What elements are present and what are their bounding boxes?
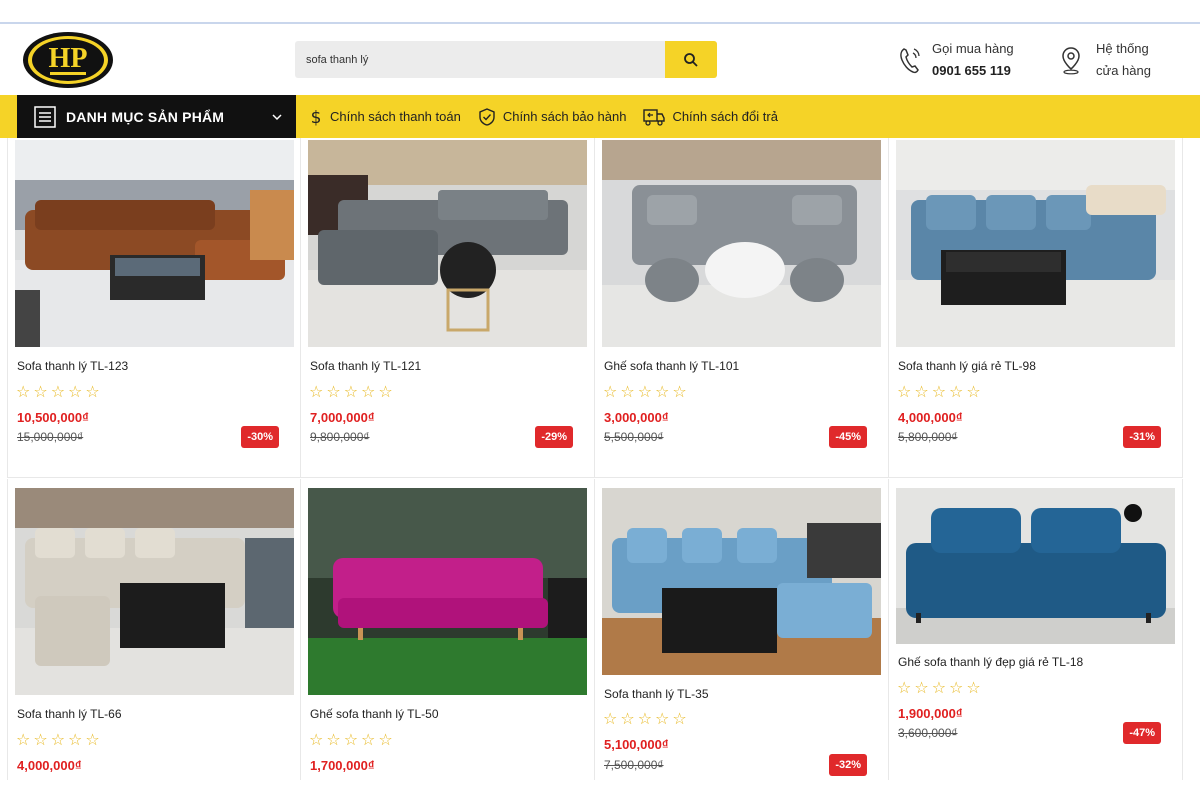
category-label: DANH MỤC SẢN PHẨM: [66, 108, 225, 125]
store-label-1: Hệ thống: [1096, 41, 1149, 56]
rating-stars: ☆☆☆☆☆: [897, 680, 984, 697]
product-price: 1,900,000₫: [898, 706, 963, 721]
store-label-2: cửa hàng: [1096, 63, 1151, 78]
rating-stars: ☆☆☆☆☆: [309, 384, 396, 401]
chevron-down-icon: [272, 114, 282, 121]
product-name[interactable]: Sofa thanh lý TL-66: [17, 707, 122, 721]
product-price: 1,700,000₫: [310, 758, 375, 773]
search-icon: [684, 52, 698, 67]
product-old-price: 9,800,000₫: [310, 430, 370, 444]
product-name[interactable]: Ghế sofa thanh lý đẹp giá rẻ TL-18: [898, 655, 1083, 669]
svg-text:HP: HP: [49, 43, 88, 74]
truck-return-icon: [643, 108, 666, 126]
product-price: 5,100,000₫: [604, 737, 669, 752]
payment-policy-label: Chính sách thanh toán: [330, 109, 461, 124]
product-card[interactable]: Sofa thanh lý TL-123 ☆☆☆☆☆ 10,500,000₫ 1…: [7, 138, 301, 478]
product-name[interactable]: Ghế sofa thanh lý TL-50: [310, 707, 439, 721]
rating-stars: ☆☆☆☆☆: [603, 711, 690, 728]
rating-stars: ☆☆☆☆☆: [309, 732, 396, 749]
discount-badge: -31%: [1123, 426, 1161, 448]
product-card[interactable]: Ghế sofa thanh lý TL-50 ☆☆☆☆☆ 1,700,000₫: [301, 479, 595, 780]
search-input[interactable]: [295, 41, 665, 78]
return-policy-link[interactable]: Chính sách đổi trả: [642, 107, 778, 127]
menu-icon: [34, 105, 56, 128]
discount-badge: -29%: [535, 426, 573, 448]
warranty-policy-link[interactable]: Chính sách bảo hành: [477, 107, 627, 127]
phone-label: Gọi mua hàng: [932, 41, 1014, 56]
search-box: [295, 41, 717, 78]
policy-links: $ Chính sách thanh toán Chính sách bảo h…: [308, 95, 794, 138]
product-name[interactable]: Sofa thanh lý TL-35: [604, 687, 709, 701]
product-price: 3,000,000₫: [604, 410, 669, 425]
product-price: 10,500,000₫: [17, 410, 89, 425]
product-grid: Sofa thanh lý TL-123 ☆☆☆☆☆ 10,500,000₫ 1…: [7, 138, 1183, 780]
bottom-edge: [0, 780, 1200, 800]
discount-badge: -30%: [241, 426, 279, 448]
product-old-price: 5,800,000₫: [898, 430, 958, 444]
product-old-price: 5,500,000₫: [604, 430, 664, 444]
warranty-policy-label: Chính sách bảo hành: [502, 109, 627, 124]
product-image[interactable]: [15, 488, 294, 695]
product-card[interactable]: Sofa thanh lý TL-66 ☆☆☆☆☆ 4,000,000₫: [7, 479, 301, 780]
product-image[interactable]: [602, 488, 881, 675]
product-card[interactable]: Sofa thanh lý giá rẻ TL-98 ☆☆☆☆☆ 4,000,0…: [889, 138, 1183, 478]
product-image[interactable]: [308, 488, 587, 695]
category-menu-button[interactable]: DANH MỤC SẢN PHẨM: [17, 95, 296, 138]
rating-stars: ☆☆☆☆☆: [16, 732, 103, 749]
shield-check-icon: [479, 107, 495, 126]
discount-badge: -32%: [829, 754, 867, 776]
product-image[interactable]: [308, 140, 587, 347]
site-header: HP Gọi mua hàng 0901 655 119 Hệ: [0, 24, 1200, 94]
product-card[interactable]: Ghế sofa thanh lý đẹp giá rẻ TL-18 ☆☆☆☆☆…: [889, 479, 1183, 780]
product-price: 7,000,000₫: [310, 410, 375, 425]
product-card[interactable]: Sofa thanh lý TL-35 ☆☆☆☆☆ 5,100,000₫ 7,5…: [595, 479, 889, 780]
product-card[interactable]: Sofa thanh lý TL-121 ☆☆☆☆☆ 7,000,000₫ 9,…: [301, 138, 595, 478]
product-price: 4,000,000₫: [17, 758, 82, 773]
rating-stars: ☆☆☆☆☆: [16, 384, 103, 401]
return-policy-label: Chính sách đổi trả: [672, 109, 778, 124]
product-name[interactable]: Ghế sofa thanh lý TL-101: [604, 359, 739, 373]
product-old-price: 7,500,000₫: [604, 758, 664, 772]
nav-bar: DANH MỤC SẢN PHẨM $ Chính sách thanh toá…: [0, 95, 1200, 138]
location-pin-icon: [1062, 47, 1080, 75]
logo[interactable]: HP: [22, 31, 114, 89]
search-button[interactable]: [665, 41, 717, 78]
dollar-icon: $: [311, 108, 322, 128]
rating-stars: ☆☆☆☆☆: [603, 384, 690, 401]
product-name[interactable]: Sofa thanh lý TL-123: [17, 359, 128, 373]
product-name[interactable]: Sofa thanh lý TL-121: [310, 359, 421, 373]
phone-number[interactable]: 0901 655 119: [932, 63, 1011, 78]
phone-contact[interactable]: Gọi mua hàng 0901 655 119: [898, 38, 1014, 82]
product-card[interactable]: Ghế sofa thanh lý TL-101 ☆☆☆☆☆ 3,000,000…: [595, 138, 889, 478]
product-name[interactable]: Sofa thanh lý giá rẻ TL-98: [898, 359, 1036, 373]
product-image[interactable]: [896, 488, 1175, 644]
payment-policy-link[interactable]: $ Chính sách thanh toán: [308, 106, 461, 128]
product-price: 4,000,000₫: [898, 410, 963, 425]
discount-badge: -47%: [1123, 722, 1161, 744]
svg-text:$: $: [311, 108, 322, 128]
product-image[interactable]: [896, 140, 1175, 347]
store-system-link[interactable]: Hệ thống cửa hàng: [1060, 38, 1151, 82]
product-image[interactable]: [602, 140, 881, 347]
product-old-price: 3,600,000₫: [898, 726, 958, 740]
product-image[interactable]: [15, 140, 294, 347]
rating-stars: ☆☆☆☆☆: [897, 384, 984, 401]
phone-icon: [900, 48, 920, 74]
browser-top-strip: [0, 0, 1200, 24]
discount-badge: -45%: [829, 426, 867, 448]
product-old-price: 15,000,000₫: [17, 430, 84, 444]
